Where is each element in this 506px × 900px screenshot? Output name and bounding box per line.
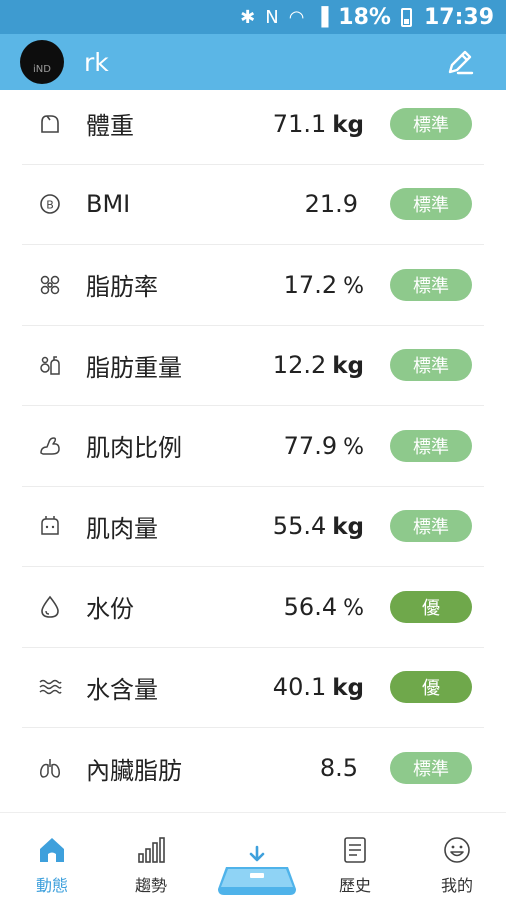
smiley-icon [440,833,474,867]
metric-row-body-fat[interactable]: 脂肪率 17.2% 標準 [22,245,484,326]
clock: 17:39 [423,4,494,30]
metric-row-muscle-ratio[interactable]: 肌肉比例 77.9% 標準 [22,406,484,487]
status-badge: 優 [390,590,472,623]
bottom-nav: 動態 趨勢 歷史 我的 [0,812,506,900]
water-waves-icon [30,667,70,707]
lungs-icon [30,748,70,788]
metric-label: 脂肪重量 [86,353,182,382]
edit-button[interactable] [444,46,476,78]
status-badge: 標準 [390,510,472,543]
metric-label: 體重 [86,112,134,141]
bluetooth-icon: ✱ [240,6,256,28]
metric-value: 21.9 [304,190,358,219]
metric-label: 肌肉量 [86,514,158,543]
metric-label: 脂肪率 [86,273,158,302]
metric-value: 77.9% [283,431,364,460]
metric-value: 8.5 [319,754,358,783]
muscle-mass-icon [30,506,70,546]
metric-value: 40.1 kg [272,673,364,702]
metric-label: 水份 [86,595,134,624]
metric-value: 55.4 kg [272,512,364,541]
nav-item-trends[interactable]: 趨勢 [121,833,181,896]
document-icon [338,833,372,867]
scale-download-icon [218,845,296,895]
status-badge: 優 [390,671,472,704]
body-fat-icon [30,265,70,305]
svg-text:B: B [46,199,54,212]
metric-value: 12.2 kg [272,351,364,380]
weight-icon [30,104,70,144]
metric-row-muscle-mass[interactable]: 肌肉量 55.4 kg 標準 [22,487,484,567]
metric-row-weight[interactable]: 體重 71.1 kg 標準 [22,84,484,165]
pencil-icon [448,50,474,75]
bar-chart-icon [134,833,168,867]
nav-label: 趨勢 [134,876,167,895]
wifi-icon: ◠ [288,6,305,28]
metric-value: 71.1 kg [272,109,364,138]
metric-row-visceral-fat[interactable]: 內臟脂肪 8.5 標準 [22,728,484,809]
metric-label: BMI [86,190,131,219]
battery-icon [400,7,412,27]
bmi-icon: B [30,184,70,224]
muscle-icon [30,426,70,466]
status-badge: 標準 [390,429,472,462]
nav-item-history[interactable]: 歷史 [325,833,385,896]
metric-label: 水含量 [86,675,158,704]
status-badge: 標準 [390,752,472,785]
metric-label: 肌肉比例 [86,434,182,463]
metric-list: 體重 71.1 kg 標準 B BMI 21.9 標準 脂肪率 17.2% 標準 … [22,84,484,809]
signal-icon: ▐ [314,6,329,28]
status-badge: 標準 [390,349,472,382]
nav-item-dynamics[interactable]: 動態 [22,833,82,896]
nav-label: 我的 [440,876,473,895]
metric-row-water-content[interactable]: 水含量 40.1 kg 優 [22,648,484,728]
status-badge: 標準 [390,107,472,140]
status-badge: 標準 [390,268,472,301]
fat-mass-icon [30,345,70,385]
status-badge: 標準 [390,188,472,221]
metric-row-fat-mass[interactable]: 脂肪重量 12.2 kg 標準 [22,326,484,406]
weigh-scale-button[interactable] [216,843,298,900]
avatar[interactable]: iND [20,40,64,84]
nfc-icon: N [265,6,279,28]
status-bar: ✱ N ◠ ▐ 18% 17:39 [0,0,506,34]
app-header: iND rk [0,34,506,90]
nav-label: 動態 [35,876,68,895]
metric-value: 56.4% [283,592,364,621]
username: rk [84,47,109,77]
metric-row-bmi[interactable]: B BMI 21.9 標準 [22,165,484,245]
nav-item-profile[interactable]: 我的 [427,833,487,896]
metric-row-water-percent[interactable]: 水份 56.4% 優 [22,567,484,648]
avatar-text: iND [33,64,51,75]
home-icon [35,833,69,867]
metric-value: 17.2% [283,270,364,299]
nav-label: 歷史 [338,876,371,895]
metric-label: 內臟脂肪 [86,756,182,785]
water-drop-icon [30,587,70,627]
battery-percent: 18% [338,4,391,30]
